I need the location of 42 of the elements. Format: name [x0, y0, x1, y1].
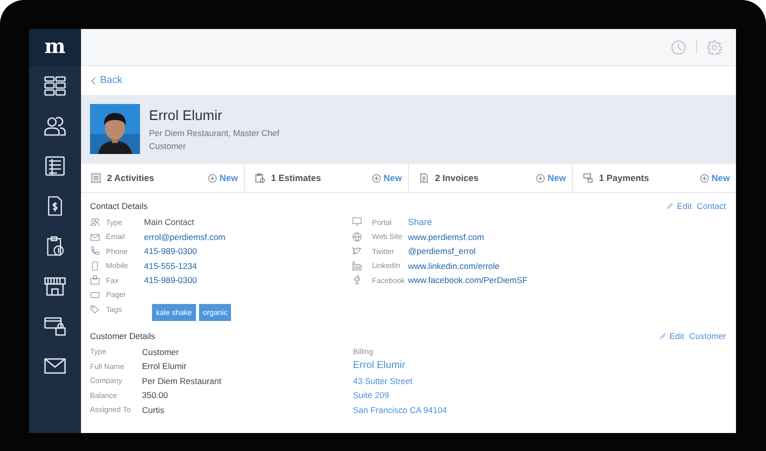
- field-link[interactable]: 415-989-0300: [144, 246, 197, 256]
- field-value: Per Diem Restaurant: [142, 376, 222, 386]
- field-link[interactable]: @perdiemsf_errol: [408, 246, 476, 256]
- new-link[interactable]: New: [700, 173, 730, 183]
- back-link[interactable]: Back: [91, 75, 122, 86]
- billing-address-line[interactable]: Suite 209: [353, 388, 615, 402]
- billing-address-line[interactable]: San Francisco CA 94104: [353, 402, 615, 417]
- field-link[interactable]: errol@perdiemsf.com: [144, 232, 226, 242]
- field-value: Errol Elumir: [142, 361, 186, 372]
- tab-label: 1 Payments: [599, 173, 650, 183]
- field-value: 350.00: [142, 390, 168, 400]
- field-link[interactable]: www.perdiemsf.com: [408, 232, 484, 242]
- tab-label: 2 Invoices: [435, 173, 480, 183]
- new-link[interactable]: New: [208, 173, 238, 183]
- field-link[interactable]: www.facebook.com/PerDiemSF: [408, 275, 528, 286]
- edit-target-label[interactable]: Contact: [696, 201, 726, 211]
- new-link[interactable]: New: [536, 173, 566, 183]
- section-title: Contact Details: [90, 201, 149, 211]
- contact-subtitle: Per Diem Restaurant, Master Chef: [149, 128, 280, 138]
- field-value: Main Contact: [144, 217, 194, 228]
- field-link[interactable]: 415-555-1234: [144, 260, 197, 271]
- summary-tab[interactable]: 2 Invoices New: [409, 164, 573, 192]
- contact-role: Customer: [149, 140, 187, 150]
- new-link[interactable]: New: [372, 173, 402, 183]
- contact-name: Errol Elumir: [149, 106, 224, 122]
- share-link[interactable]: Share: [408, 217, 432, 228]
- tab-label: 2 Activities: [107, 173, 156, 183]
- field-value: Curtis: [142, 404, 164, 415]
- field-link[interactable]: 415-989-0300: [144, 275, 197, 286]
- billing-address-line[interactable]: 43 Sutter Street: [353, 374, 615, 388]
- edit-target-label[interactable]: Customer: [689, 330, 726, 340]
- summary-tab[interactable]: 1 Estimates New: [245, 164, 409, 192]
- tab-label: 1 Estimates: [271, 173, 322, 183]
- logo[interactable]: m: [29, 29, 81, 66]
- summary-tab[interactable]: 1 Payments New: [573, 164, 736, 192]
- edit-link[interactable]: Edit: [658, 330, 684, 340]
- summary-tab[interactable]: 2 Activities New: [81, 164, 245, 192]
- billing-address-line[interactable]: Errol Elumir: [353, 359, 615, 374]
- edit-link[interactable]: Edit: [666, 201, 692, 211]
- field-link[interactable]: www.linkedin.com/errole: [408, 260, 500, 271]
- field-value: Customer: [142, 346, 179, 357]
- section-title: Customer Details: [90, 330, 156, 340]
